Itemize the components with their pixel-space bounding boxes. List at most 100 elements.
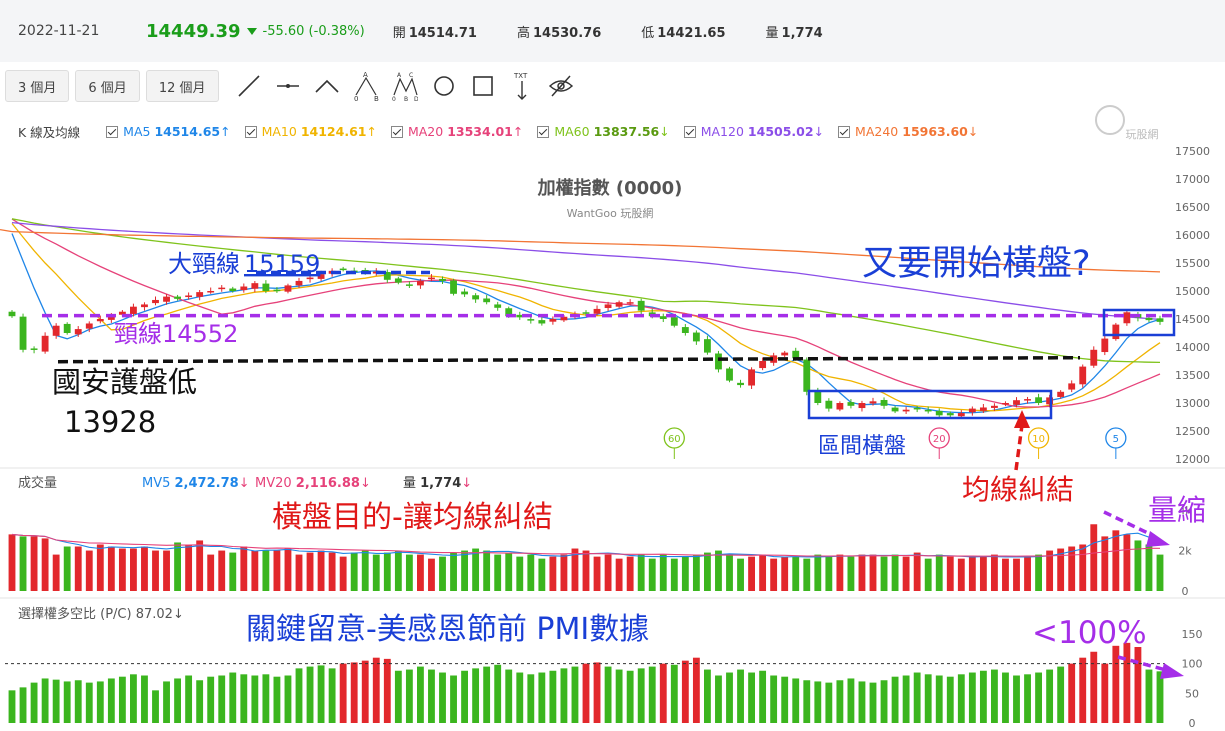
pc-bar — [41, 678, 49, 723]
pc-value: 87.02 — [136, 607, 173, 622]
ma20-label: MA20 — [407, 124, 444, 139]
ma240-arrow: ↓ — [967, 124, 979, 139]
candle-body — [1101, 338, 1109, 353]
ma-legend: K 線及均線 MA5 14514.65 ↑ MA10 14124.61 ↑ MA20 13… — [18, 122, 992, 141]
rectangle-tool-icon[interactable] — [468, 71, 498, 101]
ma-converge-arrow-line — [1014, 424, 1024, 471]
pc-bar — [792, 678, 800, 723]
candle-body — [538, 320, 546, 324]
quote-change: -55.60 (-0.38%) — [262, 23, 365, 39]
volume-bar — [1002, 558, 1009, 591]
volume-legend-name: MV5 — [142, 476, 175, 491]
logo-mark — [1095, 105, 1125, 135]
legend-ma60[interactable]: MA60 13837.56 ↓ — [537, 124, 670, 139]
candle-body — [1090, 349, 1098, 366]
volume-bar — [218, 550, 226, 591]
pc-bar — [516, 672, 524, 723]
ma5-label: MA5 — [123, 124, 151, 139]
candle-body — [582, 312, 590, 314]
pc-bar — [405, 669, 413, 723]
ma240-label: MA240 — [855, 124, 899, 139]
pc-bar — [428, 669, 435, 723]
checkbox-icon[interactable] — [838, 125, 851, 138]
volume-bar — [737, 558, 744, 591]
pc-bar — [229, 672, 237, 723]
period-12m-button[interactable]: 12 個月 — [145, 70, 219, 102]
line-tool-icon[interactable] — [234, 71, 264, 101]
pc-bar — [704, 669, 711, 723]
volume-bar — [428, 558, 435, 591]
hide-drawings-icon[interactable] — [546, 71, 576, 101]
support-line — [57, 355, 1081, 364]
pc-bar — [924, 674, 932, 723]
volume-bar — [957, 558, 965, 591]
legend-ma10[interactable]: MA10 14124.61 ↑ — [244, 124, 377, 139]
pc-bar — [450, 675, 457, 723]
checkbox-icon[interactable] — [390, 125, 403, 138]
candle-body — [1068, 383, 1076, 390]
volume-bar — [615, 558, 623, 591]
circle-tool-icon[interactable] — [429, 71, 459, 101]
volume-bar — [251, 550, 259, 591]
candle-body — [704, 339, 711, 353]
volume-bar — [847, 556, 855, 591]
pc-title: 選擇權多空比 (P/C) 87.02↓ — [18, 606, 184, 622]
polyline-tool-icon[interactable] — [312, 71, 342, 101]
volume-bar — [1145, 544, 1153, 591]
quote-open: 開 14514.71 — [393, 22, 477, 41]
volume-legend-arrow: ↓ — [360, 476, 371, 491]
period-3m-button[interactable]: 3 個月 — [5, 70, 70, 102]
volume-bar — [1156, 554, 1164, 591]
candle-body — [417, 280, 424, 286]
volume-bar — [483, 550, 491, 591]
legend-ma5[interactable]: MA5 14514.65 ↑ — [106, 124, 231, 139]
volume-legend-item: MV5 2,472.78↓ — [142, 476, 250, 491]
pc-bar — [372, 657, 380, 723]
period-6m-button[interactable]: 6 個月 — [75, 70, 140, 102]
candle-body — [405, 284, 413, 286]
ma60-label: MA60 — [554, 124, 590, 139]
volume-bar — [505, 552, 513, 591]
volume-bar — [549, 556, 557, 591]
candle-body — [847, 402, 855, 406]
high-value: 14530.76 — [532, 25, 602, 41]
pc-bar — [361, 660, 369, 723]
pc-bar — [130, 674, 137, 723]
pc-bar — [185, 675, 193, 723]
checkbox-icon[interactable] — [683, 125, 696, 138]
abcd-pattern-tool-icon[interactable]: AC 0 B D — [390, 71, 420, 101]
abc-pattern-tool-icon[interactable]: A 0 B — [351, 71, 381, 101]
candle-body — [96, 319, 104, 322]
pc-bar — [803, 680, 811, 723]
neckline-label: 頸線14552 — [114, 320, 238, 348]
volume-bar — [704, 552, 711, 591]
candle-body — [549, 319, 557, 322]
neckline-label-part: 14552 — [162, 320, 238, 348]
pc-bar — [196, 680, 204, 723]
checkbox-icon[interactable] — [244, 125, 257, 138]
neckline-label-part: 頸線 — [114, 320, 162, 348]
candle-body — [461, 291, 468, 295]
checkbox-icon[interactable] — [106, 125, 119, 138]
pc-bar — [979, 670, 987, 723]
candle-body — [858, 403, 866, 409]
pc-bar — [737, 669, 744, 723]
ma-marker-label: 60 — [668, 434, 681, 445]
text-tool-icon[interactable]: TXT — [507, 71, 537, 101]
checkbox-icon[interactable] — [537, 125, 550, 138]
candle-body — [19, 316, 27, 350]
big-neckline-label-part: 大頸線 — [168, 250, 240, 278]
volume-bar — [670, 558, 678, 591]
volume-bar — [96, 544, 104, 591]
legend-ma20[interactable]: MA20 13534.01 ↑ — [390, 124, 523, 139]
volume-bar — [913, 552, 921, 591]
candle-body — [85, 323, 93, 329]
legend-ma120[interactable]: MA120 14505.02 ↓ — [683, 124, 824, 139]
price-axis-tick: 12000 — [1175, 453, 1210, 466]
pc-axis-tick: 0 — [1189, 717, 1196, 730]
legend-ma240[interactable]: MA240 15963.60 ↓ — [838, 124, 978, 139]
svg-text:A: A — [397, 72, 402, 79]
candle-body — [715, 353, 722, 370]
candle-body — [63, 323, 71, 333]
horizontal-line-tool-icon[interactable] — [273, 71, 303, 101]
